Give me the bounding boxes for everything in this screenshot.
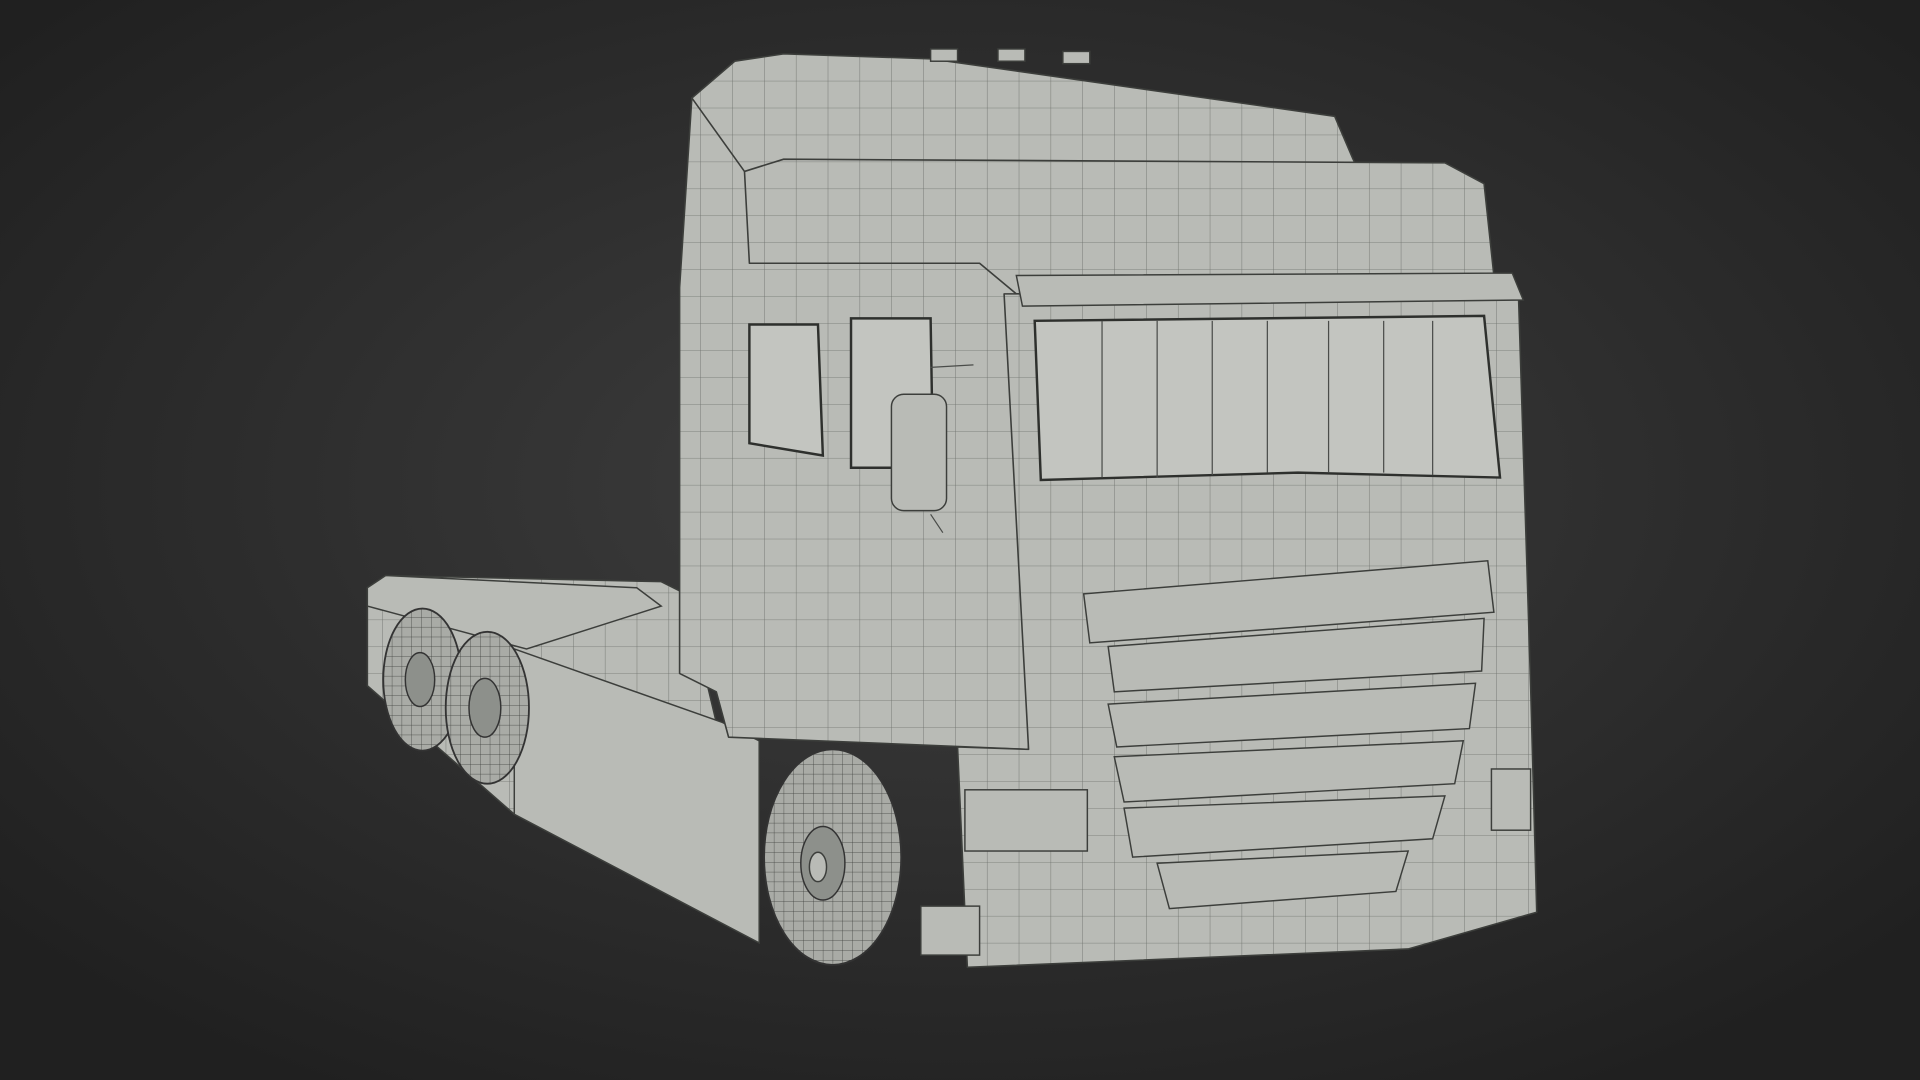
- sun-visor: [1015, 272, 1525, 307]
- truck-wireframe-render: [0, 0, 1920, 1080]
- side-mirror: [890, 393, 948, 512]
- side-window-rear: [748, 323, 825, 457]
- headlight-left: [964, 789, 1089, 852]
- front-wheel: [763, 748, 903, 966]
- headlight-right: [1490, 768, 1532, 831]
